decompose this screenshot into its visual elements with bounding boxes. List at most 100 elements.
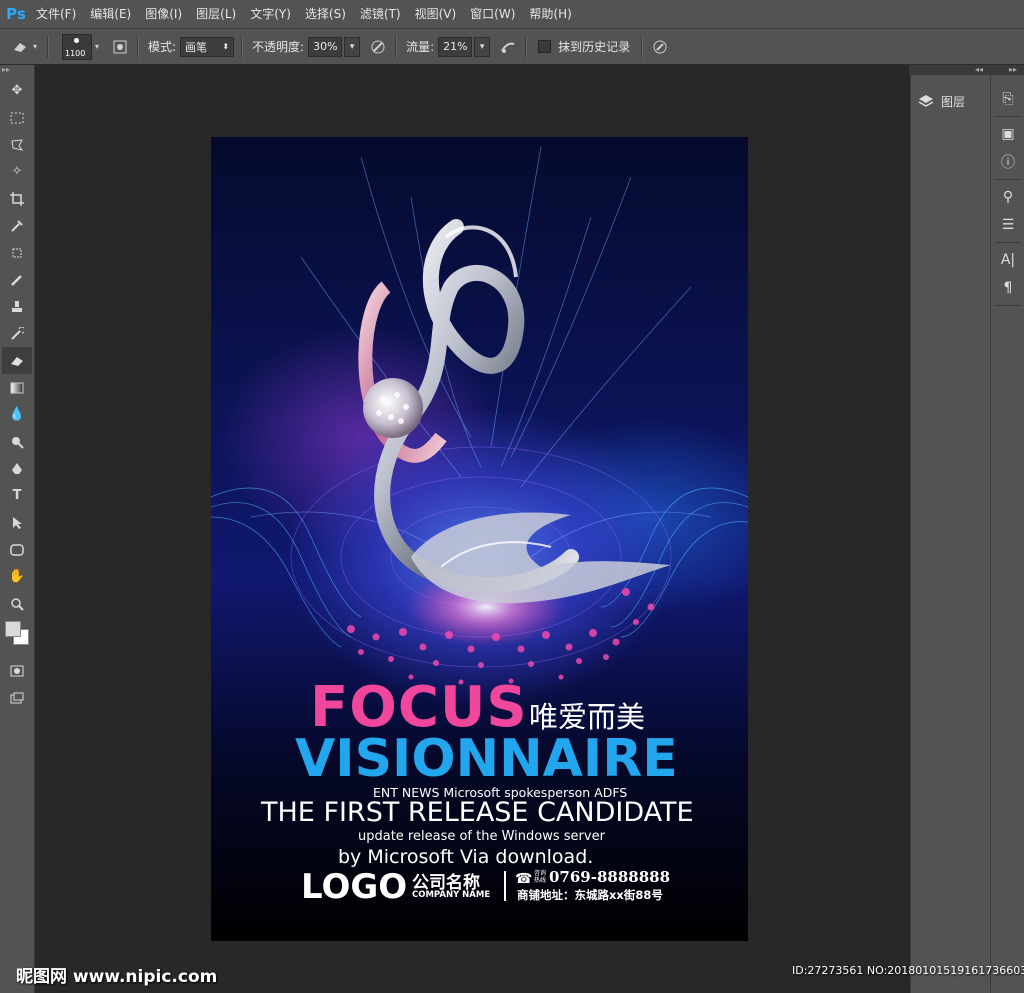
photoshop-logo[interactable]: Ps	[3, 3, 29, 25]
lasso-tool-icon[interactable]	[2, 131, 32, 158]
mode-value: 画笔	[185, 40, 208, 54]
foreground-color[interactable]	[5, 621, 21, 637]
menu-bar: Ps 文件(F) 编辑(E) 图像(I) 图层(L) 文字(Y) 选择(S) 滤…	[0, 0, 1024, 29]
menu-layer[interactable]: 图层(L)	[189, 0, 243, 28]
airbrush-icon[interactable]	[498, 37, 518, 57]
divider	[525, 35, 528, 58]
logo-text: LOGO	[301, 867, 408, 907]
adjustments-panel-icon[interactable]: ☰	[991, 211, 1024, 239]
navigator-panel-icon[interactable]: ▣	[991, 120, 1024, 148]
flow-input[interactable]: 21%	[438, 36, 473, 57]
preset-dropdown-icon[interactable]: ▾	[30, 37, 40, 57]
release-candidate-line: THE FIRST RELEASE CANDIDATE	[261, 797, 694, 828]
menu-window[interactable]: 窗口(W)	[463, 0, 522, 28]
document-canvas[interactable]: FOCUS 唯爱而美 VISIONNAIRE ENT NEWS Microsof…	[211, 137, 748, 941]
divider	[995, 305, 1021, 306]
layers-label: 图层	[941, 94, 966, 109]
image-id-watermark: ID:27273561 NO:20180101519161736603З	[792, 964, 1024, 977]
menu-view[interactable]: 视图(V)	[408, 0, 464, 28]
magic-wand-tool-icon[interactable]: ✧	[2, 158, 32, 185]
brush-dropdown-icon[interactable]: ▾	[92, 37, 102, 57]
panel-collapse-bar[interactable]: ◂◂ ▸▸	[909, 65, 1024, 75]
pen-tool-icon[interactable]	[2, 455, 32, 482]
pressure-size-icon[interactable]	[650, 37, 670, 57]
vertical-divider	[504, 871, 506, 901]
hotline-label: 咨询热线	[534, 870, 547, 884]
mode-label: 模式:	[148, 40, 177, 54]
phone-number: 0769-8888888	[549, 868, 671, 886]
path-selection-tool-icon[interactable]	[2, 509, 32, 536]
collapse-arrows-icon[interactable]: ◂◂	[975, 65, 983, 74]
history-brush-tool-icon[interactable]	[2, 320, 32, 347]
opacity-label: 不透明度:	[252, 40, 305, 54]
collapse-arrows-icon[interactable]: ▸▸	[1009, 65, 1017, 74]
divider	[241, 35, 244, 58]
divider	[137, 35, 139, 58]
divider	[995, 116, 1021, 117]
dodge-tool-icon[interactable]	[2, 428, 32, 455]
eraser-tool-preset-icon[interactable]	[10, 37, 30, 57]
move-tool-icon[interactable]: ✥	[2, 77, 32, 104]
zoom-tool-icon[interactable]	[2, 590, 32, 617]
menu-type[interactable]: 文字(Y)	[243, 0, 298, 28]
shop-address: 商铺地址：东城路xx街88号	[517, 888, 663, 902]
opacity-dropdown-icon[interactable]: ▾	[344, 36, 361, 57]
nipic-watermark: 昵图网 www.nipic.com	[16, 967, 218, 987]
menu-edit[interactable]: 编辑(E)	[83, 0, 138, 28]
paragraph-panel-icon[interactable]: ¶	[991, 274, 1024, 302]
company-info-row: LOGO 公司名称 COMPANY NAME ☎ 咨询热线 0769-88888…	[301, 867, 701, 907]
mode-select[interactable]: 画笔 ⬍	[180, 36, 235, 57]
shape-tool-icon[interactable]	[2, 536, 32, 563]
opacity-input[interactable]: 30%	[308, 36, 343, 57]
options-bar: ▾ 1100 ▾ 模式: 画笔 ⬍ 不透明度: 30% ▾ 流量: 21% ▾ …	[0, 29, 1024, 65]
blur-tool-icon[interactable]: 💧	[2, 401, 32, 428]
phone-icon: ☎	[515, 871, 533, 887]
brush-size-picker[interactable]: 1100	[62, 33, 92, 60]
menu-help[interactable]: 帮助(H)	[522, 0, 578, 28]
quick-mask-icon[interactable]	[2, 657, 32, 684]
brush-panel-icon[interactable]: ⚲	[991, 183, 1024, 211]
brush-size-value: 1100	[65, 48, 86, 58]
history-panel-icon[interactable]: ⎘	[991, 85, 1024, 113]
crop-tool-icon[interactable]	[2, 185, 32, 212]
menu-select[interactable]: 选择(S)	[298, 0, 353, 28]
eyedropper-tool-icon[interactable]	[2, 212, 32, 239]
eraser-tool-icon[interactable]	[2, 347, 32, 374]
brush-tool-icon[interactable]	[2, 266, 32, 293]
opacity-value: 30%	[313, 40, 338, 53]
layers-panel-dock: 图层	[910, 75, 990, 993]
collapse-grip-icon[interactable]: ▸▸	[0, 65, 34, 77]
info-panel-icon[interactable]: ⓘ	[991, 148, 1024, 176]
update-release-line: update release of the Windows server	[358, 829, 605, 844]
hand-tool-icon[interactable]: ✋	[2, 563, 32, 590]
clone-stamp-tool-icon[interactable]	[2, 293, 32, 320]
divider	[641, 35, 644, 58]
divider	[395, 35, 398, 58]
erase-to-history-checkbox[interactable]	[538, 40, 552, 53]
brush-panel-icon[interactable]	[110, 37, 130, 57]
menu-image[interactable]: 图像(I)	[138, 0, 189, 28]
brush-dot-icon	[74, 37, 79, 43]
character-panel-icon[interactable]: A|	[991, 246, 1024, 274]
type-tool-icon[interactable]: T	[2, 482, 32, 509]
headline-visionnaire: VISIONNAIRE	[295, 729, 678, 789]
flow-dropdown-icon[interactable]: ▾	[474, 36, 491, 57]
flow-value: 21%	[443, 40, 468, 53]
divider	[995, 242, 1021, 243]
by-microsoft-line: by Microsoft Via download.	[338, 846, 594, 868]
pressure-opacity-icon[interactable]	[368, 37, 388, 57]
menu-filter[interactable]: 滤镜(T)	[353, 0, 408, 28]
tools-panel: ▸▸ ✥ ✧ 💧 T ✋	[0, 65, 35, 993]
erase-to-history-label: 抹到历史记录	[558, 40, 631, 54]
marquee-tool-icon[interactable]	[2, 104, 32, 131]
flow-label: 流量:	[406, 40, 435, 54]
screen-mode-icon[interactable]	[2, 684, 32, 711]
gradient-tool-icon[interactable]	[2, 374, 32, 401]
layers-panel-button[interactable]: 图层	[917, 90, 965, 112]
divider	[47, 35, 49, 58]
company-name-en: COMPANY NAME	[412, 890, 491, 900]
menu-file[interactable]: 文件(F)	[29, 0, 83, 28]
healing-brush-tool-icon[interactable]	[2, 239, 32, 266]
updown-arrow-icon: ⬍	[222, 42, 230, 51]
color-swatches[interactable]	[2, 617, 32, 657]
